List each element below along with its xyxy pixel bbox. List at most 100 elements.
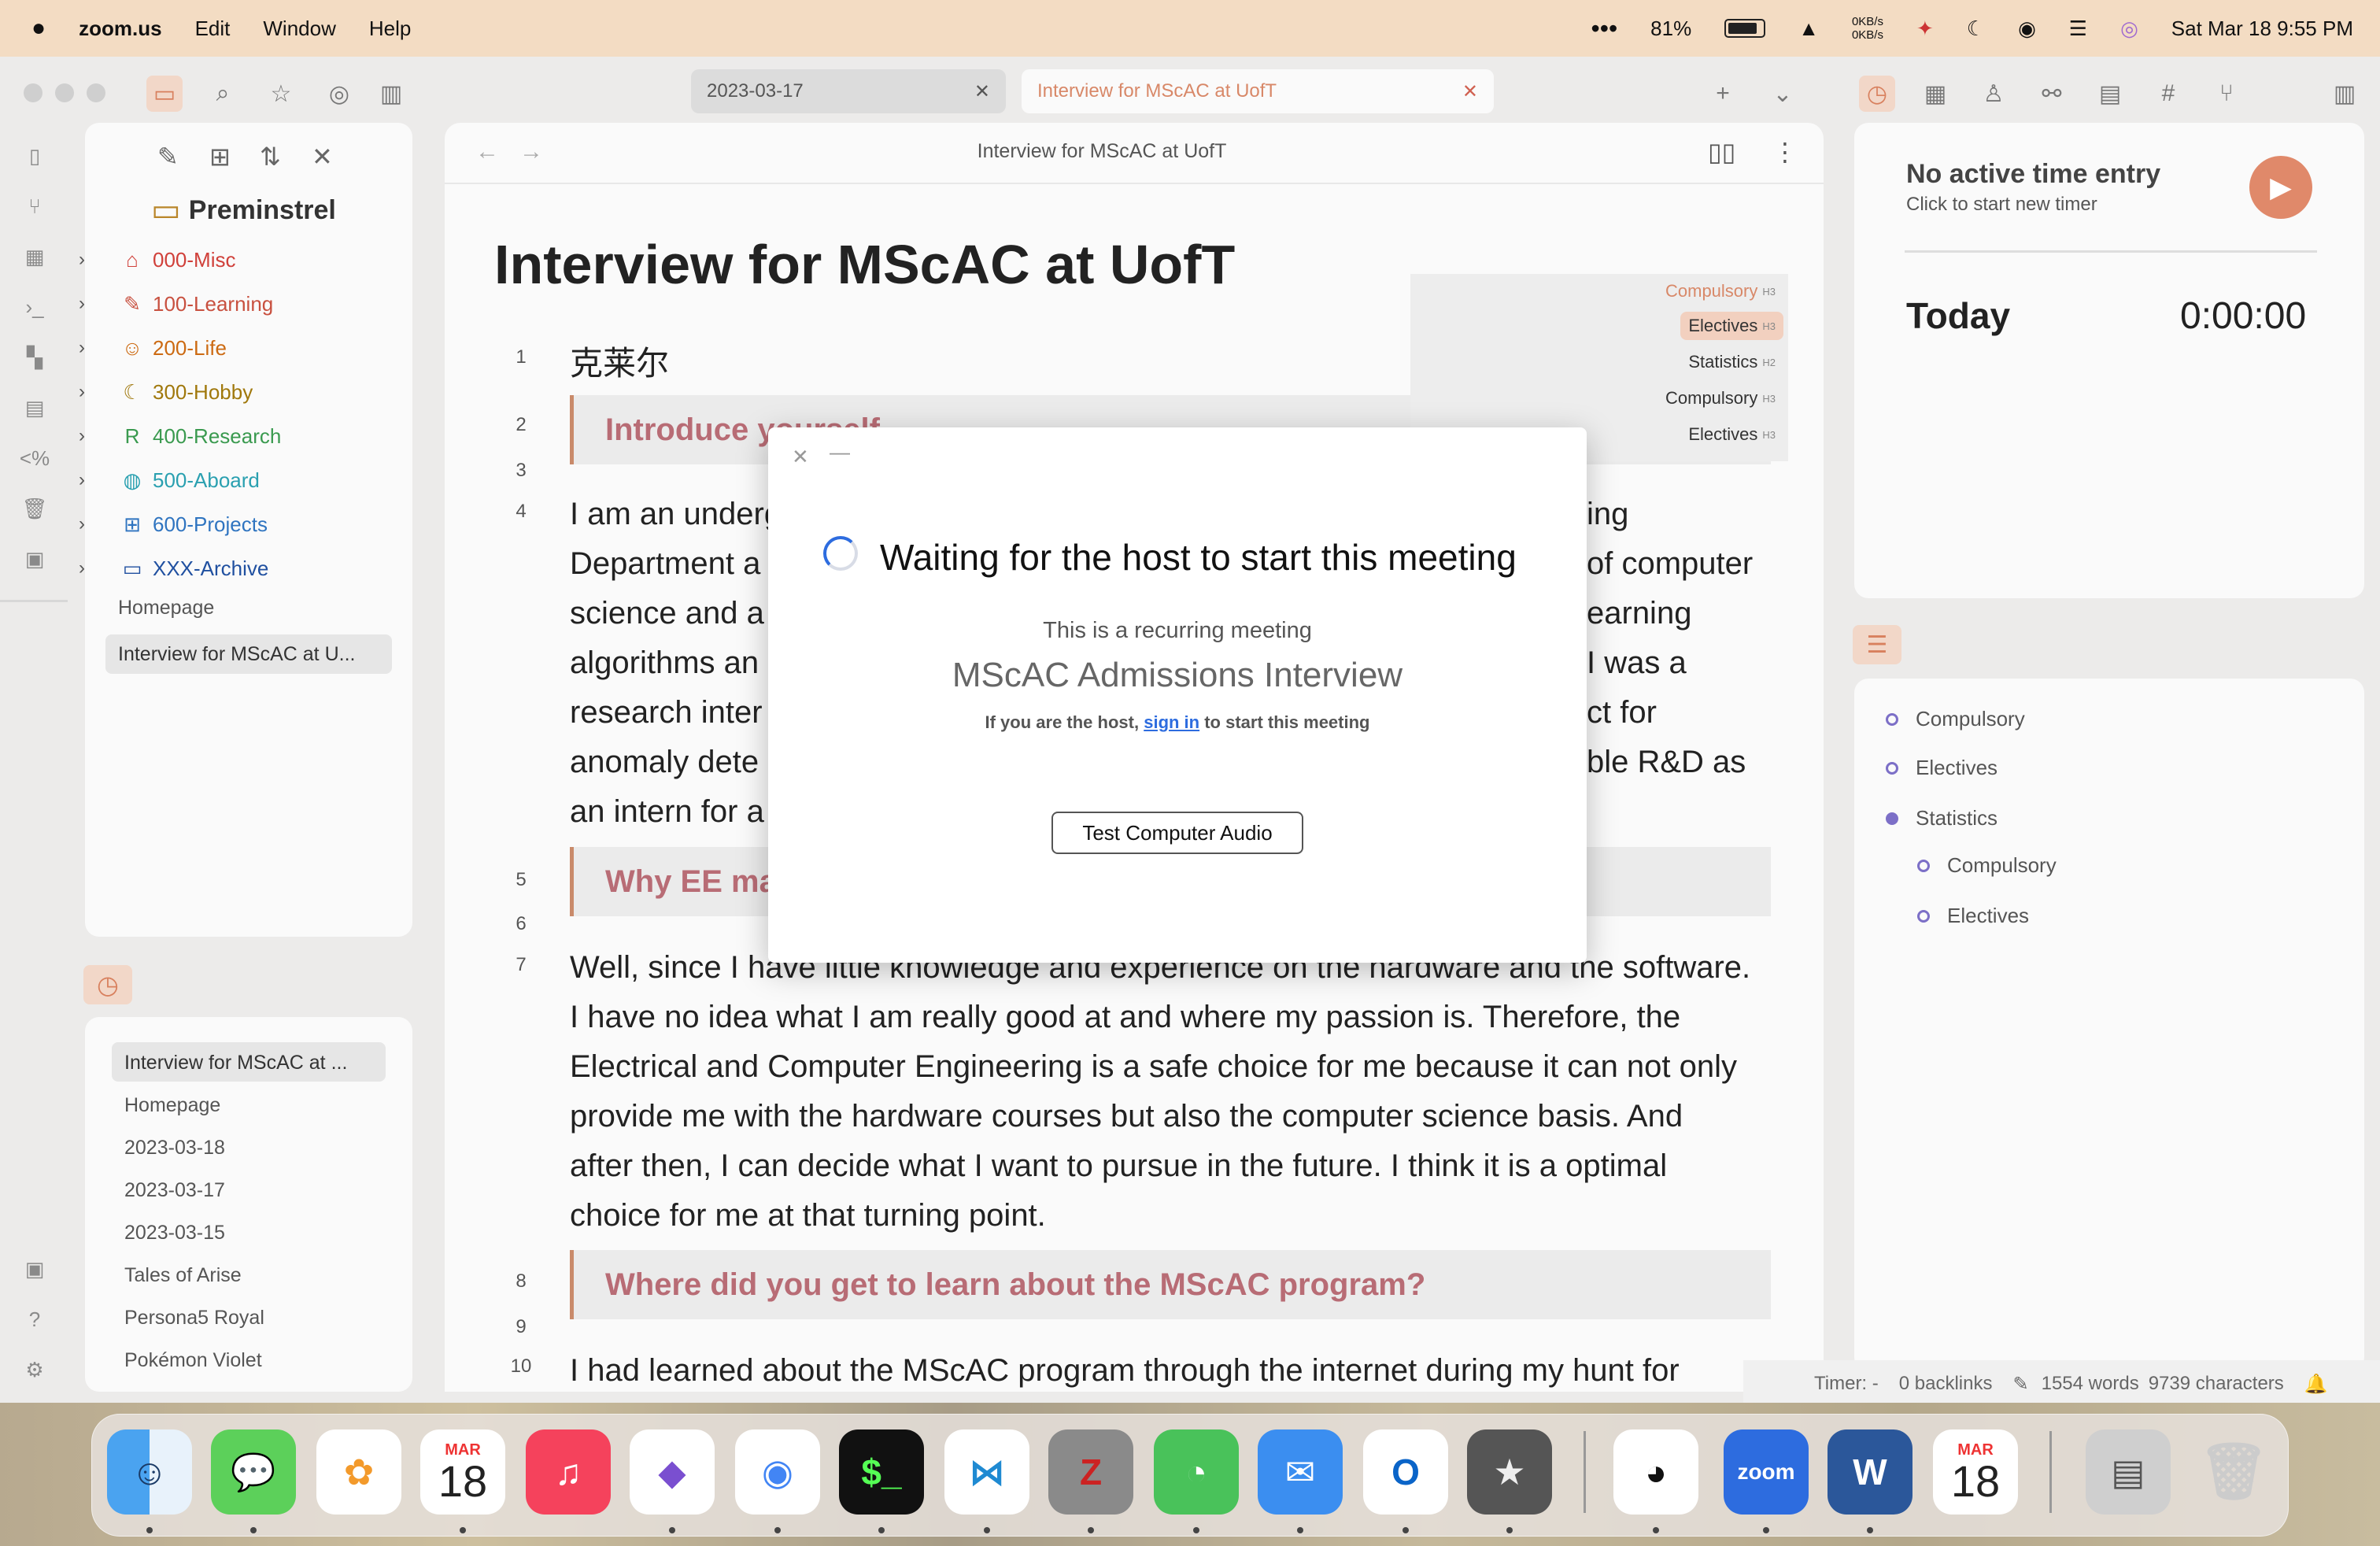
chevron-right-icon[interactable]: ›: [79, 249, 94, 271]
menu-app-name[interactable]: zoom.us: [79, 17, 161, 41]
chevron-right-icon[interactable]: ›: [79, 293, 94, 315]
terminal-app-icon[interactable]: $_: [839, 1429, 924, 1515]
tab-2023-03-17[interactable]: 2023-03-17 ✕: [691, 69, 1006, 113]
zoom-app-icon[interactable]: zoom: [1724, 1429, 1809, 1515]
vscode-icon[interactable]: ⋈: [944, 1429, 1029, 1515]
recent-file-item[interactable]: Persona5 Royal: [124, 1302, 264, 1333]
mail-icon[interactable]: ✉: [1258, 1429, 1343, 1515]
sidebar-toggle-icon[interactable]: ▥: [373, 76, 409, 112]
menu-datetime[interactable]: Sat Mar 18 9:55 PM: [2171, 17, 2353, 41]
right-sidebar-toggle-icon[interactable]: ▥: [2326, 76, 2363, 112]
minimize-icon[interactable]: —: [830, 440, 850, 464]
reading-view-icon[interactable]: ▯▯: [1708, 137, 1735, 167]
recent-files-icon[interactable]: ◷: [83, 965, 132, 1004]
outline-list-icon[interactable]: ☰: [1853, 625, 1901, 664]
trash-can-icon[interactable]: 🗑: [2191, 1429, 2276, 1515]
sidebar-folder[interactable]: › ☺ 200-Life: [79, 332, 227, 364]
percent-code-icon[interactable]: <%: [19, 442, 50, 474]
recent-file-item[interactable]: Tales of Arise: [124, 1259, 242, 1291]
more-icon[interactable]: •••: [1591, 14, 1618, 43]
clock-icon[interactable]: ◷: [1859, 76, 1895, 112]
sign-in-link[interactable]: sign in: [1144, 712, 1199, 732]
chrome-app-icon[interactable]: ◉: [735, 1429, 820, 1515]
settings-icon[interactable]: ⚙: [19, 1354, 50, 1385]
recent-file-item[interactable]: 2023-03-17: [124, 1174, 225, 1206]
sidebar-folder[interactable]: › R 400-Research: [79, 420, 281, 452]
calendar-app-icon-2[interactable]: MAR 18: [1933, 1429, 2018, 1515]
sort-icon[interactable]: ⇅: [260, 142, 281, 172]
edit-icon[interactable]: ✎: [2013, 1373, 2029, 1396]
recent-file-item[interactable]: Homepage: [124, 1089, 220, 1121]
outlook-icon[interactable]: O: [1363, 1429, 1448, 1515]
tab-interview[interactable]: Interview for MScAC at UofT ✕: [1022, 69, 1494, 113]
menu-edit[interactable]: Edit: [195, 17, 231, 41]
battery-icon[interactable]: [1724, 19, 1766, 38]
obsidian-icon[interactable]: ◆: [630, 1429, 715, 1515]
menu-help[interactable]: Help: [369, 17, 411, 41]
help-icon[interactable]: ?: [19, 1304, 50, 1335]
chevron-right-icon[interactable]: ›: [79, 425, 94, 447]
photos-icon[interactable]: ✿: [316, 1429, 401, 1515]
trash-icon[interactable]: 🗑: [19, 493, 50, 524]
messages-icon[interactable]: 💬: [211, 1429, 296, 1515]
wifi-icon[interactable]: ◉: [2018, 17, 2036, 41]
back-arrow-icon[interactable]: ←: [475, 139, 499, 165]
menu-window[interactable]: Window: [263, 17, 335, 41]
close-window-button[interactable]: [24, 83, 42, 102]
bell-icon[interactable]: 🔔: [2304, 1373, 2328, 1396]
minimize-window-button[interactable]: [55, 83, 74, 102]
outline-item[interactable]: Statistics: [1886, 806, 1998, 830]
apple-icon[interactable]: ●: [31, 15, 46, 42]
collapse-icon[interactable]: ✕: [312, 142, 333, 172]
vault-root[interactable]: ▭ Preminstrel: [151, 192, 336, 228]
word-icon[interactable]: W: [1828, 1429, 1913, 1515]
play-timer-button[interactable]: ▶: [2249, 156, 2312, 219]
sidebar-folder[interactable]: › ✎ 100-Learning: [79, 288, 273, 320]
forward-arrow-icon[interactable]: →: [519, 139, 543, 165]
chevron-down-icon[interactable]: ⌄: [1765, 76, 1801, 112]
calendar-app-icon[interactable]: MAR 18: [420, 1429, 505, 1515]
link-icon[interactable]: ⚯: [2034, 76, 2070, 112]
hashtag-icon[interactable]: #: [2150, 76, 2186, 112]
new-folder-icon[interactable]: ⊞: [209, 142, 231, 172]
cat-icon[interactable]: ▲: [1798, 17, 1819, 41]
sidebar-folder[interactable]: › ⌂ 000-Misc: [79, 244, 235, 276]
status-backlinks[interactable]: 0 backlinks: [1899, 1373, 1993, 1395]
mini-outline-item[interactable]: Electives H3: [1680, 312, 1783, 340]
more-options-icon[interactable]: ⋮: [1772, 137, 1798, 167]
chrome-icon[interactable]: ◎: [321, 76, 357, 112]
file-icon[interactable]: ▯: [19, 140, 50, 172]
music-icon[interactable]: ♫: [526, 1429, 611, 1515]
sidebar-folder[interactable]: › ☾ 300-Hobby: [79, 376, 253, 408]
star-icon[interactable]: ☆: [263, 76, 299, 112]
recent-file-item[interactable]: Interview for MScAC at ...: [124, 1047, 347, 1078]
sidebar-folder[interactable]: › ⊞ 600-Projects: [79, 509, 268, 540]
downloads-stack-icon[interactable]: ▤: [2086, 1429, 2171, 1515]
mini-outline-item[interactable]: Compulsory H3: [1658, 384, 1783, 412]
mini-outline-item[interactable]: Compulsory H3: [1658, 277, 1783, 305]
test-audio-button[interactable]: Test Computer Audio: [1051, 812, 1303, 854]
chevron-right-icon[interactable]: ›: [79, 513, 94, 535]
chevron-right-icon[interactable]: ›: [79, 557, 94, 579]
new-note-icon[interactable]: ✎: [157, 142, 179, 172]
recent-file-item[interactable]: 2023-03-15: [124, 1217, 225, 1248]
animal-icon[interactable]: ✦: [1916, 17, 1934, 41]
grid-icon[interactable]: ▦: [19, 241, 50, 272]
file-homepage[interactable]: Homepage: [118, 597, 214, 620]
moon-icon[interactable]: ☾: [1967, 17, 1985, 41]
table-icon[interactable]: ▤: [2092, 76, 2128, 112]
close-icon[interactable]: ✕: [792, 445, 809, 469]
finder-icon[interactable]: ☺: [107, 1429, 192, 1515]
person-icon[interactable]: ♙: [1975, 76, 2012, 112]
reeder-icon[interactable]: ★: [1467, 1429, 1552, 1515]
folder-icon[interactable]: ▭: [146, 76, 183, 112]
siri-icon[interactable]: ◎: [2120, 17, 2138, 41]
terminal-icon[interactable]: ›_: [19, 291, 50, 323]
mini-outline-item[interactable]: Statistics H2: [1680, 348, 1783, 376]
outline-item[interactable]: Compulsory: [1917, 853, 2057, 878]
graph-icon[interactable]: ⑂: [19, 190, 50, 222]
chevron-right-icon[interactable]: ›: [79, 469, 94, 491]
sidebar-folder[interactable]: › ◍ 500-Aboard: [79, 464, 260, 496]
wechat-icon[interactable]: ◔: [1154, 1429, 1239, 1515]
control-center-icon[interactable]: ☰: [2069, 17, 2087, 41]
